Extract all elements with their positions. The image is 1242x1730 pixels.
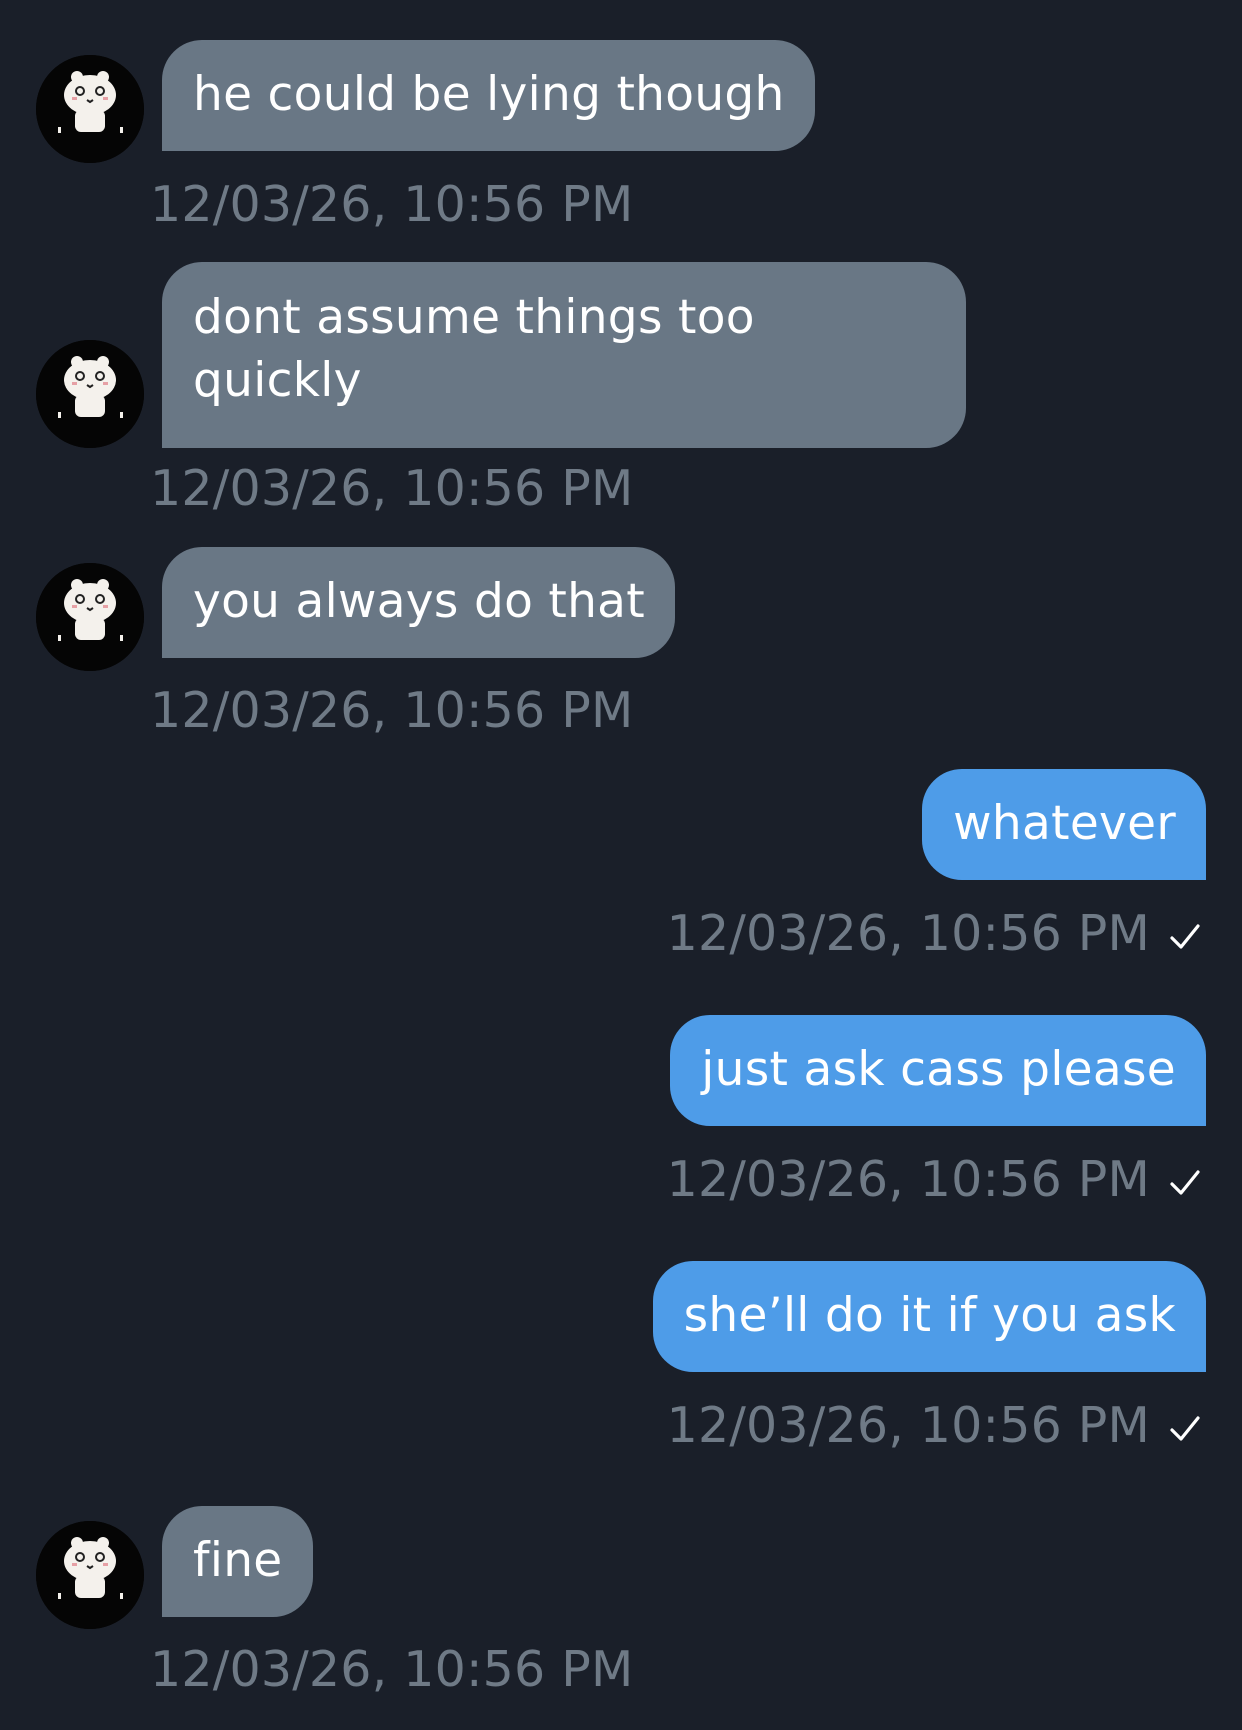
message-timestamp: 12/03/26, 10:56 PM bbox=[150, 1641, 634, 1698]
message-timestamp: 12/03/26, 10:56 PM bbox=[666, 905, 1150, 962]
checkmark-icon bbox=[1170, 1416, 1200, 1441]
checkmark-icon bbox=[1170, 924, 1200, 949]
message-timestamp: 12/03/26, 10:56 PM bbox=[150, 682, 634, 739]
panda-sticker-icon bbox=[36, 55, 144, 163]
message-timestamp: 12/03/26, 10:56 PM bbox=[150, 176, 634, 233]
outgoing-message-bubble[interactable]: just ask cass please bbox=[670, 1015, 1206, 1126]
avatar[interactable] bbox=[36, 1521, 144, 1629]
chat-thread[interactable]: he could be lying though 12/03/26, 10:56… bbox=[0, 0, 1242, 1730]
message-timestamp: 12/03/26, 10:56 PM bbox=[666, 1397, 1150, 1454]
panda-sticker-icon bbox=[36, 1521, 144, 1629]
incoming-message-bubble[interactable]: he could be lying though bbox=[162, 40, 815, 151]
panda-sticker-icon bbox=[36, 340, 144, 448]
avatar[interactable] bbox=[36, 563, 144, 671]
message-timestamp: 12/03/26, 10:56 PM bbox=[150, 460, 634, 517]
avatar[interactable] bbox=[36, 55, 144, 163]
incoming-message-bubble[interactable]: you always do that bbox=[162, 547, 676, 658]
avatar[interactable] bbox=[36, 340, 144, 448]
outgoing-message-bubble[interactable]: she’ll do it if you ask bbox=[652, 1261, 1206, 1372]
incoming-message-bubble[interactable]: dont assume things too quickly bbox=[162, 262, 966, 448]
outgoing-message-bubble[interactable]: whatever bbox=[922, 769, 1206, 880]
message-timestamp: 12/03/26, 10:56 PM bbox=[666, 1151, 1150, 1208]
panda-sticker-icon bbox=[36, 563, 144, 671]
incoming-message-bubble[interactable]: fine bbox=[162, 1506, 313, 1617]
checkmark-icon bbox=[1170, 1170, 1200, 1195]
